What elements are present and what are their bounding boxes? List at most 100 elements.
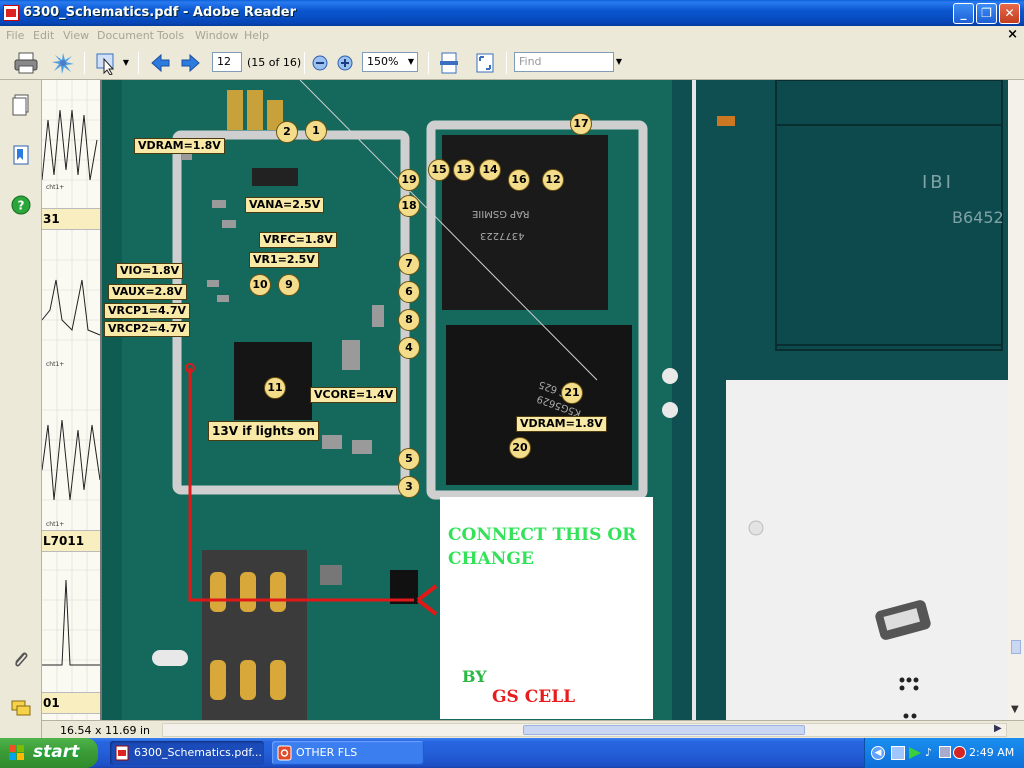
menu-bar: File Edit View Document Tools Window Hel… [0, 26, 1024, 46]
window-title: 6300_Schematics.pdf - Adobe Reader [23, 5, 296, 20]
voltage-label: VRFC=1.8V [259, 232, 337, 248]
zoom-in-icon[interactable] [336, 51, 354, 75]
clock: 2:49 AM [969, 746, 1015, 759]
board-marking: B6452 [952, 208, 1004, 227]
horizontal-scrollbar[interactable] [162, 723, 1007, 737]
print-icon[interactable] [13, 51, 39, 75]
test-point-marker: 20 [509, 437, 531, 459]
toolbar-separator [84, 52, 85, 74]
test-point-marker: 8 [398, 309, 420, 331]
note-by: BY [462, 667, 487, 686]
task-label: OTHER FLS [296, 746, 358, 759]
close-button[interactable]: ✕ [999, 3, 1020, 24]
zoom-out-icon[interactable] [311, 51, 329, 75]
vertical-scrollbar[interactable]: ▼ [1008, 80, 1024, 720]
menu-file[interactable]: File [6, 29, 24, 42]
menu-window[interactable]: Window [195, 29, 238, 42]
test-point-marker: 19 [398, 169, 420, 191]
taskbar: start 6300_Schematics.pdf... OTHER FLS ◀… [0, 738, 1024, 768]
test-point-marker: 2 [276, 121, 298, 143]
test-point-marker: 9 [278, 274, 300, 296]
minimize-button[interactable]: _ [953, 3, 974, 24]
note-line: CONNECT THIS OR [448, 525, 637, 545]
zoom-dropdown-icon[interactable]: ▼ [405, 53, 417, 71]
test-point-marker: 17 [570, 113, 592, 135]
voltage-label: VAUX=2.8V [108, 284, 187, 300]
app-icon [277, 745, 292, 761]
security-alert-icon[interactable] [953, 746, 966, 759]
note-line: CHANGE [448, 549, 534, 569]
navigation-panel: ? [0, 80, 42, 740]
pdf-file-icon [115, 745, 129, 761]
fit-page-icon[interactable] [474, 51, 496, 75]
test-point-marker: 6 [398, 281, 420, 303]
windows-logo-icon [9, 745, 24, 760]
voltage-label: VIO=1.8V [116, 263, 184, 279]
test-point-marker: 4 [398, 337, 420, 359]
vertical-scroll-thumb[interactable] [1011, 640, 1021, 654]
menu-edit[interactable]: Edit [33, 29, 54, 42]
attachments-icon[interactable] [11, 648, 31, 670]
document-close-icon[interactable]: × [1007, 27, 1018, 42]
test-point-marker: 10 [249, 274, 271, 296]
thumbnail-label: 31 [42, 208, 100, 230]
network-icon[interactable] [891, 746, 905, 760]
next-page-icon[interactable] [180, 51, 202, 75]
toolbar-separator [304, 52, 305, 74]
voltage-label: VDRAM=1.8V [516, 416, 607, 432]
page-number-input[interactable]: 12 [212, 52, 242, 72]
test-point-marker: 3 [398, 476, 420, 498]
note-brand: GS CELL [492, 687, 576, 707]
media-icon[interactable] [909, 747, 921, 759]
display-icon[interactable] [939, 746, 951, 758]
voltage-label: VCORE=1.4V [310, 387, 398, 403]
voltage-label: VRCP1=4.7V [104, 303, 190, 319]
title-bar: 6300_Schematics.pdf - Adobe Reader _ ❐ ✕ [0, 0, 1024, 26]
thumbnail-label: L7011 [42, 530, 100, 552]
taskbar-item-folder[interactable]: OTHER FLS [272, 741, 424, 765]
horizontal-scroll-thumb[interactable] [523, 725, 805, 735]
status-bar: 16.54 x 11.69 in ◀ ▶ [42, 720, 1024, 738]
voltage-label: 13V if lights on [208, 421, 319, 441]
select-tool-icon[interactable] [94, 51, 120, 75]
help-icon[interactable]: ? [11, 194, 31, 216]
test-point-marker: 15 [428, 159, 450, 181]
select-tool-dropdown-icon[interactable]: ▼ [120, 54, 132, 72]
thumbnail-label: 01 [42, 692, 100, 714]
system-tray: ◀ ♪ 2:49 AM [864, 738, 1024, 768]
test-point-marker: 21 [561, 382, 583, 404]
repair-note: CONNECT THIS OR CHANGE BY GS CELL [440, 497, 653, 719]
start-button[interactable]: start [0, 738, 98, 768]
find-input[interactable]: Find [514, 52, 614, 72]
tray-expand-icon[interactable]: ◀ [871, 746, 885, 760]
scroll-down-icon[interactable]: ▼ [1011, 704, 1019, 715]
find-dropdown-icon[interactable]: ▼ [613, 53, 625, 71]
taskbar-item-pdf[interactable]: 6300_Schematics.pdf... [110, 741, 264, 765]
fit-width-icon[interactable] [438, 51, 460, 75]
menu-view[interactable]: View [63, 29, 89, 42]
test-point-marker: 14 [479, 159, 501, 181]
test-point-marker: 16 [508, 169, 530, 191]
test-point-marker: 18 [398, 195, 420, 217]
document-view[interactable]: 31 L7011 01 cht1+ cht1+ cht1+ RAP GSMIIE… [42, 80, 1008, 720]
toolbar-separator [428, 52, 429, 74]
menu-document[interactable]: Document [97, 29, 154, 42]
volume-icon[interactable]: ♪ [925, 746, 937, 760]
previous-page-icon[interactable] [149, 51, 171, 75]
test-point-marker: 1 [305, 120, 327, 142]
menu-tools[interactable]: Tools [157, 29, 184, 42]
toolbar: ▼ 12 (15 of 16) 150% ▼ Find ▼ [0, 46, 1024, 80]
organizer-icon[interactable] [50, 51, 76, 75]
voltage-label: VR1=2.5V [249, 252, 319, 268]
voltage-label: VANA=2.5V [245, 197, 325, 213]
thumbnail-caption: cht1+ [46, 521, 65, 528]
comments-icon[interactable] [11, 698, 31, 720]
bookmarks-icon[interactable] [11, 144, 31, 166]
menu-help[interactable]: Help [244, 29, 269, 42]
maximize-button[interactable]: ❐ [976, 3, 997, 24]
page-size: 16.54 x 11.69 in [60, 724, 151, 737]
pages-icon[interactable] [11, 94, 31, 116]
svg-text:?: ? [18, 199, 25, 213]
voltage-label: VDRAM=1.8V [134, 138, 225, 154]
scroll-right-icon[interactable]: ▶ [994, 723, 1002, 734]
